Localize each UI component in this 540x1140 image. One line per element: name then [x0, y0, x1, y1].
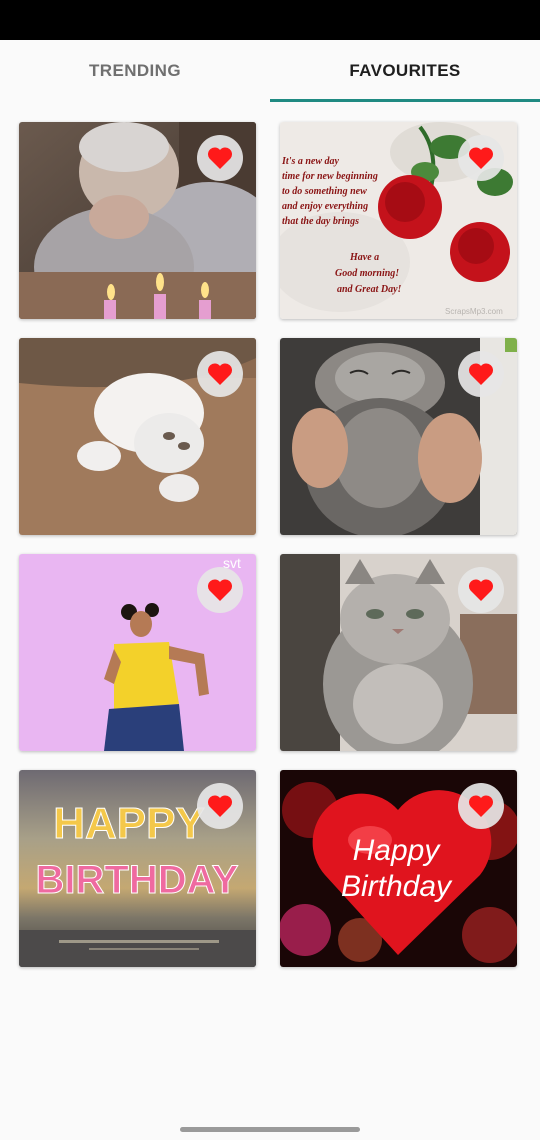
status-bar — [0, 0, 540, 40]
gif-card[interactable] — [19, 122, 256, 319]
svg-text:HAPPY: HAPPY — [53, 799, 205, 848]
favorite-button[interactable] — [197, 351, 243, 397]
heart-icon — [468, 363, 494, 385]
tab-bar: TRENDING FAVOURITES — [0, 40, 540, 102]
favorite-button[interactable] — [197, 783, 243, 829]
svg-text:It's a new day: It's a new day — [281, 156, 340, 167]
heart-icon — [468, 795, 494, 817]
svg-text:BIRTHDAY: BIRTHDAY — [36, 858, 239, 902]
favorite-button[interactable] — [197, 567, 243, 613]
heart-icon — [207, 147, 233, 169]
home-indicator[interactable] — [180, 1127, 360, 1132]
favorite-button[interactable] — [458, 783, 504, 829]
gif-card[interactable] — [280, 554, 517, 751]
tab-favourites[interactable]: FAVOURITES — [270, 40, 540, 102]
svg-text:and Great Day!: and Great Day! — [337, 284, 402, 295]
gif-card[interactable]: HAPPY BIRTHDAY — [19, 770, 256, 967]
heart-icon — [207, 579, 233, 601]
svg-text:Birthday: Birthday — [341, 870, 453, 903]
svg-text:and enjoy everything: and enjoy everything — [282, 201, 368, 212]
svg-text:that the day brings: that the day brings — [282, 216, 359, 227]
heart-icon — [207, 363, 233, 385]
gif-card[interactable]: Happy Birthday — [280, 770, 517, 967]
svg-text:to do something new: to do something new — [282, 186, 367, 197]
svg-text:ScrapsMp3.com: ScrapsMp3.com — [445, 307, 503, 316]
gif-card[interactable]: It's a new day time for new beginning to… — [280, 122, 517, 319]
heart-icon — [468, 147, 494, 169]
favorite-button[interactable] — [458, 351, 504, 397]
gif-card[interactable] — [19, 338, 256, 535]
svg-text:time for new beginning: time for new beginning — [282, 171, 378, 182]
heart-icon — [468, 579, 494, 601]
svg-text:Good morning!: Good morning! — [335, 268, 399, 279]
heart-icon — [207, 795, 233, 817]
svg-text:Have a: Have a — [349, 252, 379, 263]
favorite-button[interactable] — [458, 135, 504, 181]
gif-card[interactable] — [280, 338, 517, 535]
gif-card[interactable]: svt — [19, 554, 256, 751]
svg-text:Happy: Happy — [353, 834, 442, 867]
tab-trending[interactable]: TRENDING — [0, 40, 270, 102]
favorite-button[interactable] — [458, 567, 504, 613]
favorite-button[interactable] — [197, 135, 243, 181]
gif-grid: It's a new day time for new beginning to… — [19, 122, 517, 967]
